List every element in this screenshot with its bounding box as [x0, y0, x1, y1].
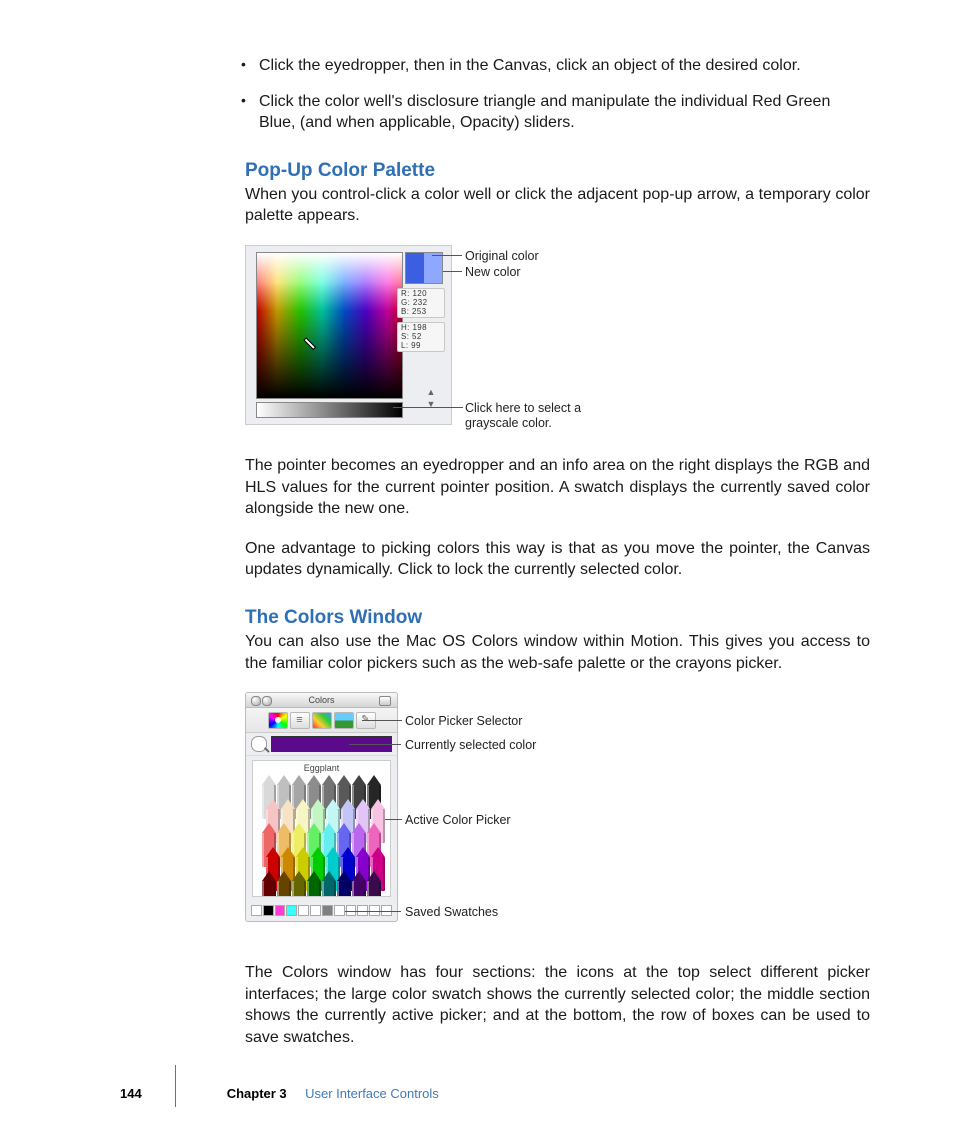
crayon-row [259, 871, 384, 897]
tab-palette[interactable] [312, 712, 332, 729]
crayon[interactable] [352, 871, 366, 897]
callout-picker-selector: Color Picker Selector [405, 714, 522, 729]
page-number: 144 [120, 1086, 142, 1101]
crayon[interactable] [277, 871, 291, 897]
bullet-item: Click the color well's disclosure triang… [245, 91, 870, 134]
figure-colors-window: Colors Eggplant [245, 692, 870, 942]
saved-swatch[interactable] [298, 905, 309, 916]
saved-swatches-row[interactable] [246, 903, 397, 921]
body-paragraph: The Colors window has four sections: the… [245, 962, 870, 1048]
swatch-original-new [405, 252, 443, 284]
grayscale-strip[interactable] [256, 402, 403, 418]
content-column: Click the eyedropper, then in the Canvas… [245, 55, 870, 1067]
saved-swatch[interactable] [263, 905, 274, 916]
callout-active-picker: Active Color Picker [405, 813, 511, 828]
tab-color-wheel[interactable] [268, 712, 288, 729]
palette-window: R: 120 G: 232 B: 253 H: 198 S: 52 L: 99 … [245, 245, 452, 425]
saved-swatch[interactable] [251, 905, 262, 916]
close-button[interactable] [251, 696, 261, 706]
crayons-grid [259, 775, 384, 892]
section-heading-popup-palette: Pop-Up Color Palette [245, 160, 870, 182]
callout-new-color: New color [465, 265, 521, 280]
crayon[interactable] [322, 871, 336, 897]
section-heading-colors-window: The Colors Window [245, 607, 870, 629]
swatch-new [424, 253, 442, 283]
magnifier-icon[interactable] [251, 736, 267, 752]
figure-popup-palette: R: 120 G: 232 B: 253 H: 198 S: 52 L: 99 … [245, 245, 870, 435]
crayon-picker[interactable]: Eggplant [252, 760, 391, 897]
body-paragraph: The pointer becomes an eyedropper and an… [245, 455, 870, 520]
callout-original-color: Original color [465, 249, 539, 264]
bullet-item: Click the eyedropper, then in the Canvas… [245, 55, 870, 77]
saved-swatch[interactable] [310, 905, 321, 916]
up-arrow-icon: ▲ [425, 386, 437, 398]
bullet-list: Click the eyedropper, then in the Canvas… [245, 55, 870, 134]
crayon[interactable] [307, 871, 321, 897]
down-arrow-icon: ▼ [425, 398, 437, 410]
saved-swatch[interactable] [334, 905, 345, 916]
section-intro: You can also use the Mac OS Colors windo… [245, 631, 870, 674]
chapter-label: Chapter 3 [227, 1086, 287, 1101]
crayon[interactable] [367, 871, 381, 897]
crayon[interactable] [262, 871, 276, 897]
window-titlebar[interactable]: Colors [246, 693, 397, 708]
saved-swatch[interactable] [286, 905, 297, 916]
callout-saved-swatches: Saved Swatches [405, 905, 498, 920]
crayon[interactable] [337, 871, 351, 897]
tab-sliders[interactable] [290, 712, 310, 729]
callout-grayscale: Click here to select a grayscale color. [465, 401, 595, 431]
body-paragraph: One advantage to picking colors this way… [245, 538, 870, 581]
readout-hls: H: 198 S: 52 L: 99 [397, 322, 445, 352]
crayon-name-label: Eggplant [253, 761, 390, 773]
section-intro: When you control-click a color well or c… [245, 184, 870, 227]
eyedropper-icon [302, 336, 316, 350]
page: Click the eyedropper, then in the Canvas… [0, 0, 954, 1145]
chapter-title: User Interface Controls [305, 1086, 439, 1101]
colors-window: Colors Eggplant [245, 692, 398, 922]
saved-swatch[interactable] [322, 905, 333, 916]
zoom-button[interactable] [379, 696, 391, 706]
page-footer: 144 Chapter 3 User Interface Controls [0, 1079, 954, 1103]
crayon[interactable] [292, 871, 306, 897]
color-spectrum-picker[interactable] [256, 252, 403, 399]
tab-image[interactable] [334, 712, 354, 729]
minimize-button[interactable] [262, 696, 272, 706]
saved-swatch[interactable] [275, 905, 286, 916]
swatch-original [406, 253, 424, 283]
callout-current-color: Currently selected color [405, 738, 536, 753]
window-title: Colors [308, 695, 334, 705]
readout-rgb: R: 120 G: 232 B: 253 [397, 288, 445, 318]
